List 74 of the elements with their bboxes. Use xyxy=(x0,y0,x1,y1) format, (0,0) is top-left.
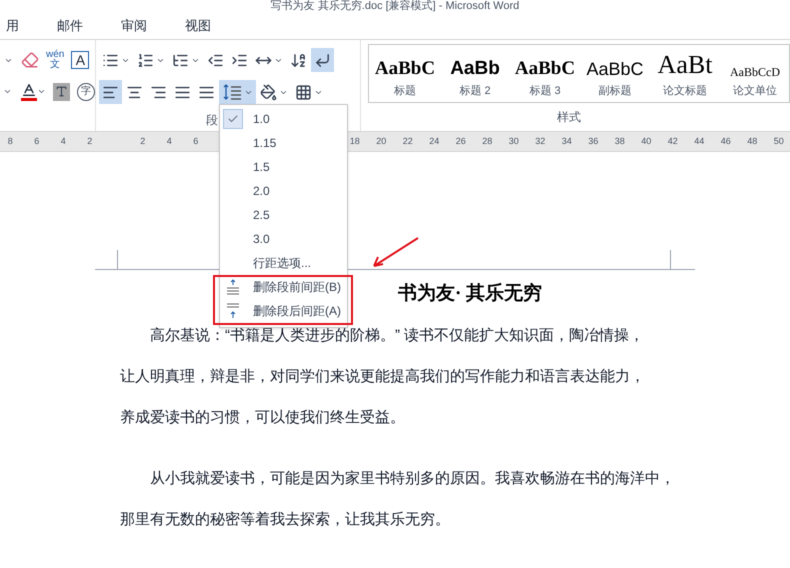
numbered-list-icon xyxy=(137,52,154,68)
ruler-number: 34 xyxy=(560,134,573,148)
caret-icon xyxy=(36,87,46,96)
style-tile[interactable]: AaBt 论文标题 xyxy=(651,48,719,100)
group-label: 段 xyxy=(206,112,218,129)
style-tile[interactable]: AaBbCcD 论文单位 xyxy=(721,48,789,100)
ruler-number: 4 xyxy=(166,134,173,148)
paragraph-tool-button[interactable] xyxy=(219,80,256,104)
ruler-number: 6 xyxy=(33,134,40,148)
ruler-number: 2 xyxy=(139,134,146,148)
ruler-number: 44 xyxy=(693,134,706,148)
ruler-number: 40 xyxy=(640,134,652,148)
font-color-button[interactable] xyxy=(20,82,46,101)
remove-space-after-icon xyxy=(225,303,241,319)
ribbon-tab[interactable]: 邮件 xyxy=(53,16,87,36)
paragraph-tool-button[interactable] xyxy=(311,48,334,72)
paragraph-tool-button[interactable] xyxy=(99,80,122,104)
ruler-number: 18 xyxy=(348,134,361,148)
body-text-line: 那里有无数的秘密等着我去探索，让我其乐无穷。 xyxy=(120,510,451,530)
menu-item[interactable]: 1.0 xyxy=(220,107,347,131)
ruler-number: 28 xyxy=(481,134,494,148)
body-text-line: 高尔基说：“书籍是人类进步的阶梯。” 读书不仅能扩大知识面，陶冶情操， xyxy=(149,326,646,346)
ruler-number: 38 xyxy=(614,134,626,148)
ruler-number: 46 xyxy=(720,134,732,148)
letter-icon xyxy=(55,85,68,98)
ruler-number: 26 xyxy=(454,134,467,148)
ribbon-tab[interactable]: 审阅 xyxy=(117,16,151,36)
menu-item[interactable]: 删除段后间距(A) xyxy=(220,299,347,323)
sort-icon xyxy=(290,52,307,68)
ruler-number: 20 xyxy=(375,134,388,148)
menu-item[interactable]: 2.0 xyxy=(220,179,347,203)
shading-icon xyxy=(260,84,277,100)
body-text-line: 让人明真理，辩是非，对同学们来说更能提高我们的写作能力和语言表达能力， xyxy=(120,366,646,386)
style-tile[interactable]: AaBbC 标题 3 xyxy=(511,48,579,100)
ruler-number: 36 xyxy=(587,134,600,148)
menu-item[interactable]: 3.0 xyxy=(220,227,347,251)
font-color-icon xyxy=(20,82,37,98)
ruler-number: 6 xyxy=(192,134,200,148)
style-tile[interactable]: AaBbC 标题 xyxy=(371,48,439,100)
remove-space-before-icon xyxy=(225,279,241,295)
line-spacing-icon xyxy=(222,83,242,101)
paragraph-mark-icon xyxy=(314,52,331,68)
ruler-number: 4 xyxy=(60,134,67,148)
menu-item[interactable]: 行距选项... xyxy=(220,251,347,275)
ruler-number: 2 xyxy=(86,134,94,148)
ruler-number: 48 xyxy=(746,134,758,148)
character-shading-button[interactable] xyxy=(52,82,70,100)
body-text-line: 从小我就爱读书，可能是因为家里书特别多的原因。我喜欢畅游在书的海洋中， xyxy=(149,468,676,488)
ruler-number: 24 xyxy=(428,134,440,148)
ruler-number: 50 xyxy=(772,134,785,148)
menu-item[interactable]: 删除段前间距(B) xyxy=(220,275,347,299)
phonetic-guide-button[interactable]: wén 文 xyxy=(46,50,64,70)
style-tile[interactable]: AaBbC 副标题 xyxy=(581,48,649,100)
menu-item[interactable]: 2.5 xyxy=(220,203,347,227)
ruler-number: 42 xyxy=(666,134,679,148)
character-border-button[interactable]: A xyxy=(71,51,90,69)
enclose-characters-button[interactable]: 字 xyxy=(77,82,95,100)
ruler-number: 22 xyxy=(402,134,414,148)
ruler-number: 8 xyxy=(6,134,14,148)
caret-icon xyxy=(3,87,12,96)
body-text-line: 养成爱读书的习惯，可以使我们终生受益。 xyxy=(120,408,406,428)
check-icon xyxy=(227,113,239,125)
ribbon-tab[interactable]: 用 xyxy=(2,16,23,36)
ruler-number: 32 xyxy=(534,134,546,148)
document-heading: 书为友· 其乐无穷 xyxy=(398,282,542,306)
menu-item[interactable]: 1.5 xyxy=(220,155,347,179)
menu-item[interactable]: 1.15 xyxy=(220,131,347,155)
ribbon-tab[interactable]: 视图 xyxy=(181,16,215,36)
window-title: 写书为友 其乐无穷.doc [兼容模式] - Microsoft Word xyxy=(270,0,520,13)
ruler-number: 30 xyxy=(508,134,520,148)
eraser-icon[interactable] xyxy=(21,51,39,69)
borders-icon xyxy=(295,84,312,100)
style-tile[interactable]: AaBb 标题 2 xyxy=(441,48,509,100)
group-label: 样式 xyxy=(557,109,581,126)
